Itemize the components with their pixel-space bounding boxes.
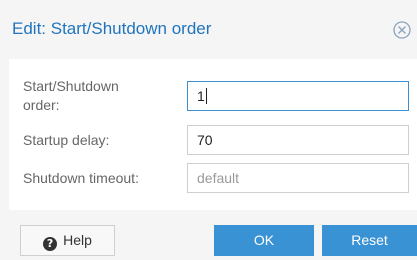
dialog-header: Edit: Start/Shutdown order: [0, 0, 417, 58]
order-label: Start/Shutdown order:: [23, 77, 119, 115]
reset-button[interactable]: Reset: [322, 225, 417, 256]
help-button-label: Help: [63, 232, 92, 248]
startup-delay-label: Startup delay:: [23, 132, 110, 148]
shutdown-timeout-label: Shutdown timeout:: [23, 170, 139, 186]
help-button[interactable]: ? Help: [20, 225, 115, 256]
order-input-value: 1: [197, 88, 205, 104]
startup-delay-input-value: 70: [197, 132, 213, 148]
order-label-line1: Start/Shutdown: [23, 78, 119, 94]
order-input[interactable]: 1: [187, 81, 409, 111]
shutdown-timeout-placeholder: default: [197, 170, 240, 186]
dialog-title: Edit: Start/Shutdown order: [12, 19, 212, 38]
order-label-line2: order:: [23, 97, 60, 113]
startup-delay-input[interactable]: 70: [187, 125, 409, 155]
dialog-footer: ? Help OK Reset: [0, 210, 417, 260]
close-icon[interactable]: [393, 21, 411, 39]
edit-start-shutdown-dialog: Edit: Start/Shutdown order Start/Shutdow…: [0, 0, 417, 260]
ok-button[interactable]: OK: [214, 225, 314, 256]
text-caret: [205, 88, 207, 104]
question-circle-icon: ?: [43, 237, 58, 251]
dialog-body: Start/Shutdown order: 1 Startup delay: 7…: [9, 59, 417, 210]
shutdown-timeout-input[interactable]: default: [187, 163, 409, 193]
